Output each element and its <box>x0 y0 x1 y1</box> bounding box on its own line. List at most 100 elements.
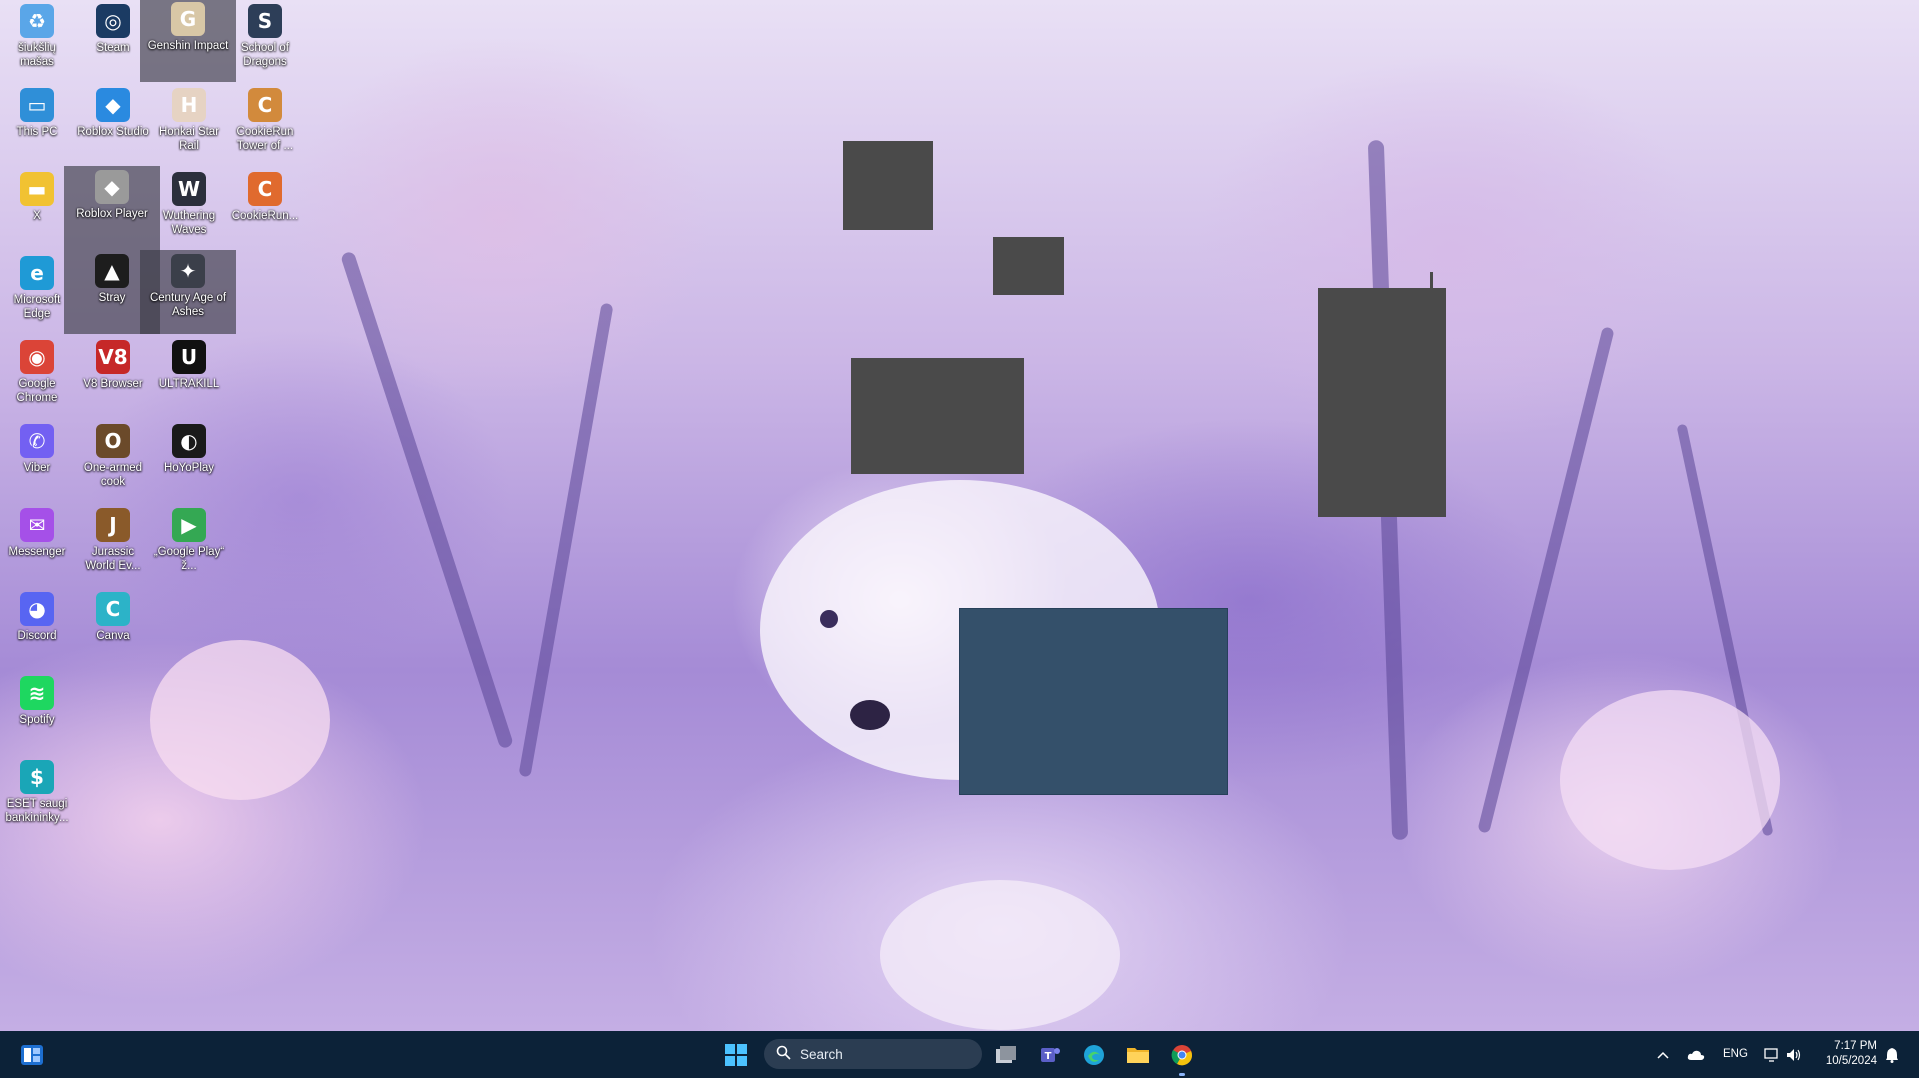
stray-icon: ▲ <box>95 254 129 288</box>
onedrive-icon[interactable] <box>1682 1039 1710 1071</box>
desktop-icon-label: Jurassic World Ev... <box>85 546 141 572</box>
messenger-icon: ✉ <box>20 508 54 542</box>
desktop-icon[interactable]: ▭ This PC <box>0 84 74 164</box>
desktop-icon-label: Genshin Impact <box>147 40 229 52</box>
redacted-window-2[interactable] <box>993 237 1064 295</box>
desktop-icon-label: School of Dragons <box>241 42 289 68</box>
desktop-icon[interactable]: S School of Dragons <box>228 0 302 80</box>
desktop-icon-label: CookieRun Tower of ... <box>236 126 294 152</box>
desktop-icon[interactable]: ✦ Century Age of Ashes <box>140 250 236 334</box>
desktop-icon[interactable]: ▬ X <box>0 168 74 248</box>
wuthering-waves-icon: W <box>172 172 206 206</box>
google-play-games-icon: ▶ <box>172 508 206 542</box>
redacted-window-5[interactable] <box>959 608 1228 795</box>
desktop-icon-label: One-armed cook <box>83 462 143 488</box>
desktop-icon[interactable]: ▶ „Google Play“ ž... <box>152 504 226 584</box>
desktop-icon-label: ESET saugi bankininky... <box>5 798 69 824</box>
desktop-icon-label: ULTRAKILL <box>158 378 220 390</box>
notification-bell-icon[interactable] <box>1880 1039 1904 1071</box>
desktop-icon[interactable]: V8 V8 Browser <box>76 336 150 416</box>
task-view-icon[interactable] <box>990 1039 1022 1071</box>
roblox-studio-icon: ◆ <box>96 88 130 122</box>
desktop-icon[interactable]: W Wuthering Waves <box>152 168 226 248</box>
chrome-icon[interactable] <box>1166 1039 1198 1076</box>
desktop-icon[interactable]: ◐ HoYoPlay <box>152 420 226 500</box>
redacted-window-1[interactable] <box>843 141 933 230</box>
start-button[interactable] <box>720 1039 752 1071</box>
volume-icon[interactable] <box>1782 1039 1806 1071</box>
svg-text:T: T <box>1045 1051 1052 1062</box>
ultrakill-icon: U <box>172 340 206 374</box>
chevron-up-icon[interactable] <box>1650 1039 1676 1071</box>
discord-icon: ◕ <box>20 592 54 626</box>
v8-browser-icon: V8 <box>96 340 130 374</box>
edge-icon: e <box>20 256 54 290</box>
network-icon[interactable] <box>1760 1039 1784 1071</box>
desktop-icon-label: Steam <box>96 42 130 54</box>
desktop-icon[interactable]: C Canva <box>76 588 150 668</box>
edge-icon[interactable] <box>1078 1039 1110 1071</box>
desktop-icon-label: V8 Browser <box>83 378 143 390</box>
desktop-icon[interactable]: J Jurassic World Ev... <box>76 504 150 584</box>
desktop-icon[interactable]: $ ESET saugi bankininky... <box>0 756 74 836</box>
desktop-icon[interactable]: e Microsoft Edge <box>0 252 74 332</box>
widgets-icon[interactable] <box>16 1039 48 1071</box>
folder-icon: ▬ <box>20 172 54 206</box>
desktop-icon-label: Viber <box>23 462 51 474</box>
desktop-icon[interactable]: O One-armed cook <box>76 420 150 500</box>
steam-icon: ◎ <box>96 4 130 38</box>
clock-time: 7:17 PM <box>1834 1040 1877 1052</box>
redacted-window-4[interactable] <box>1318 288 1446 517</box>
clock-date: 10/5/2024 <box>1825 1055 1877 1067</box>
desktop-icon-label: Honkai Star Rail <box>158 126 220 152</box>
redacted-window-tab <box>1430 272 1433 288</box>
desktop-icon-label: „Google Play“ ž... <box>153 546 225 572</box>
recycle-bin-icon: ♻ <box>20 4 54 38</box>
redacted-window-3[interactable] <box>851 358 1024 474</box>
desktop-icon[interactable]: ≋ Spotify <box>0 672 74 752</box>
windows-logo-icon <box>725 1044 747 1066</box>
desktop-icon[interactable]: ✉ Messenger <box>0 504 74 584</box>
file-explorer-icon[interactable] <box>1122 1039 1154 1071</box>
desktop-icon[interactable]: ✆ Viber <box>0 420 74 500</box>
desktop-icon[interactable]: C CookieRun Tower of ... <box>228 84 302 164</box>
desktop-icon-label: Spotify <box>19 714 55 726</box>
this-pc-icon: ▭ <box>20 88 54 122</box>
search-input[interactable]: Search <box>764 1039 982 1069</box>
desktop-icon-label: Google Chrome <box>16 378 58 404</box>
desktop-icon-label: šiukšlių mašas <box>18 42 56 68</box>
hoyoplay-icon: ◐ <box>172 424 206 458</box>
cookierun-icon: C <box>248 172 282 206</box>
active-app-indicator <box>1179 1073 1185 1076</box>
desktop-icon[interactable]: ♻ šiukšlių mašas <box>0 0 74 80</box>
desktop-icon[interactable]: G Genshin Impact <box>140 0 236 82</box>
spotify-icon: ≋ <box>20 676 54 710</box>
desktop-icon[interactable]: U ULTRAKILL <box>152 336 226 416</box>
search-icon <box>776 1045 791 1063</box>
school-of-dragons-icon: S <box>248 4 282 38</box>
taskbar: Search T ENG 7:17 PM 10/5/2024 <box>0 1031 1919 1078</box>
century-age-of-ashes-icon: ✦ <box>171 254 205 288</box>
desktop-icon[interactable]: H Honkai Star Rail <box>152 84 226 164</box>
desktop-icon[interactable]: ◎ Steam <box>76 0 150 80</box>
desktop-icon[interactable]: ◆ Roblox Studio <box>76 84 150 164</box>
desktop-icon[interactable]: C CookieRun... <box>228 168 302 248</box>
genshin-impact-icon: G <box>171 2 205 36</box>
teams-icon[interactable]: T <box>1034 1039 1066 1071</box>
roblox-player-icon: ◆ <box>95 170 129 204</box>
desktop-wallpaper: ♻ šiukšlių mašas ◎ Steam G Genshin Impact S Sch… <box>0 0 1919 1031</box>
desktop-icon-label: X <box>33 210 41 222</box>
desktop-icon[interactable]: ◕ Discord <box>0 588 74 668</box>
desktop-icon-label: Roblox Studio <box>77 126 149 138</box>
desktop-icon[interactable]: ◆ Roblox Player <box>64 166 160 250</box>
clock[interactable]: 7:17 PM 10/5/2024 <box>1811 1039 1877 1069</box>
desktop-icon[interactable]: ◉ Google Chrome <box>0 336 74 416</box>
desktop-icon-label: This PC <box>16 126 58 138</box>
eset-icon: $ <box>20 760 54 794</box>
search-placeholder: Search <box>800 1046 843 1062</box>
desktop-icon-label: Canva <box>96 630 130 642</box>
desktop-icon-label: CookieRun... <box>231 210 299 222</box>
desktop-icon-label: HoYoPlay <box>163 462 215 474</box>
language-indicator[interactable]: ENG <box>1723 1048 1748 1060</box>
jurassic-world-icon: J <box>96 508 130 542</box>
